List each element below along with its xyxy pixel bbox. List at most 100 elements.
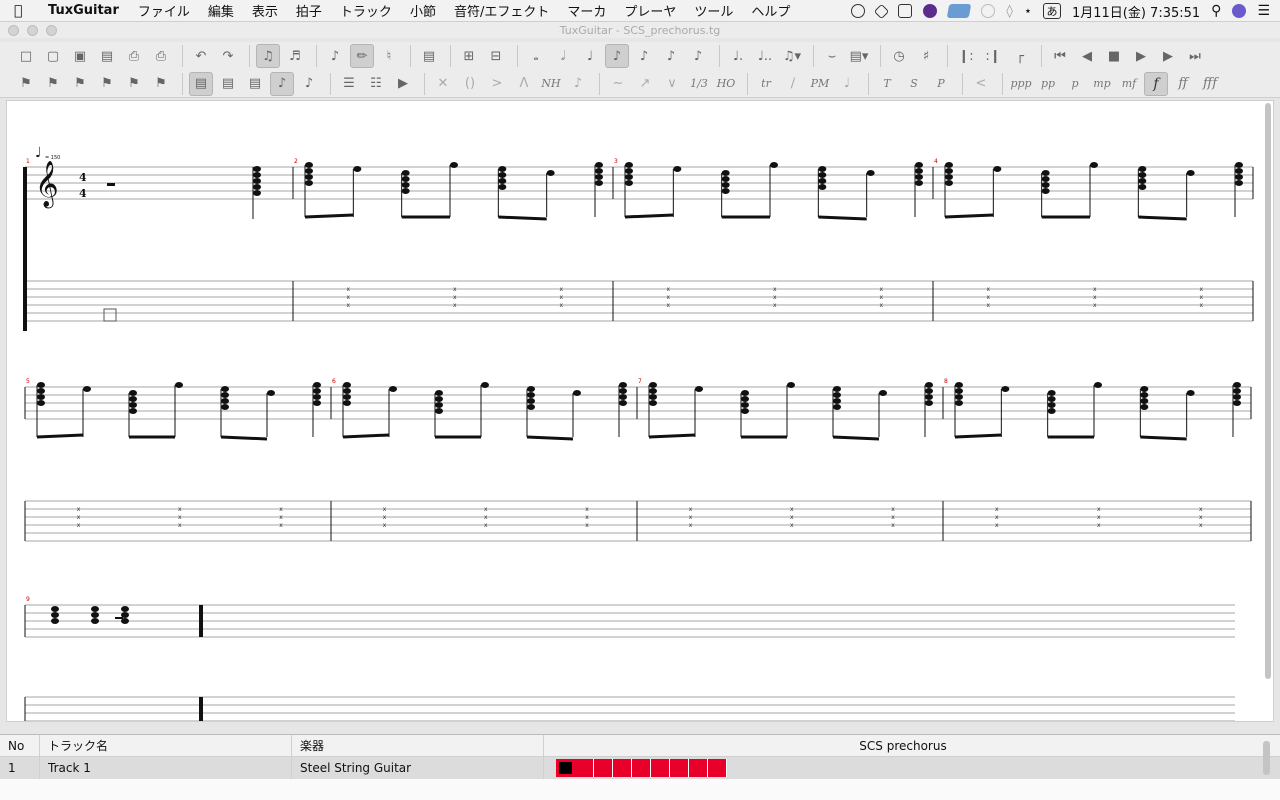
layout-multitrack-icon[interactable]: ▤	[243, 72, 267, 96]
fade-in-icon[interactable]: <	[969, 72, 993, 96]
harmonic-icon[interactable]: NH	[539, 72, 563, 96]
track-measure-box[interactable]	[632, 759, 651, 777]
menu-measure[interactable]: 小節	[410, 1, 436, 20]
menu-help[interactable]: ヘルプ	[751, 1, 790, 20]
marker-flag-icon[interactable]: ⚑	[122, 72, 146, 96]
staccato-icon[interactable]: ♩	[835, 72, 859, 96]
minimize-window-button[interactable]	[27, 25, 38, 36]
wifi-icon[interactable]: ◊	[1006, 4, 1012, 19]
ghost-note-icon[interactable]: ()	[458, 72, 482, 96]
track-measure-box[interactable]	[651, 759, 670, 777]
quarter-note-icon[interactable]: ♩	[578, 44, 602, 68]
menu-marker[interactable]: マーカ	[567, 1, 606, 20]
thirty-second-note-icon[interactable]: ♪	[659, 44, 683, 68]
clock-status-icon[interactable]	[981, 4, 996, 18]
new-file-icon[interactable]: □	[14, 44, 38, 68]
score-notation[interactable]: 1 2 3 4xxxxxxxxxxxxxxxxxxxxxxxxxxx5 6 7 8xxxxx…	[7, 101, 1274, 722]
marker-flag-icon[interactable]: ⚑	[41, 72, 65, 96]
zoom-window-button[interactable]	[46, 25, 57, 36]
popping-icon[interactable]: P	[929, 72, 953, 96]
menu-edit[interactable]: 編集	[208, 1, 234, 20]
fretboard-icon[interactable]: ☰	[337, 72, 361, 96]
slide-icon[interactable]: 1/3	[687, 72, 711, 96]
note-view-icon[interactable]: ♪	[270, 71, 294, 96]
play-icon[interactable]: ▶	[1129, 44, 1153, 68]
key-signature-icon[interactable]: ♯	[914, 44, 938, 68]
app-status-icon[interactable]	[923, 4, 938, 18]
previous-measure-icon[interactable]: ◀	[1075, 44, 1099, 68]
dynamic-p-button[interactable]: p	[1063, 72, 1087, 96]
stop-icon[interactable]: ■	[1102, 44, 1126, 68]
transport-icon[interactable]: ▶	[391, 72, 415, 96]
natural-key-icon[interactable]: ♮	[377, 44, 401, 68]
menubar-clock[interactable]: 1月11日(金) 7:35:51	[1072, 2, 1200, 21]
menu-composition[interactable]: 拍子	[296, 1, 322, 20]
track-measure-box[interactable]	[670, 759, 689, 777]
slapping-icon[interactable]: S	[902, 72, 926, 96]
dotted-note-icon[interactable]: ♩.	[726, 44, 750, 68]
score-vertical-scrollbar[interactable]	[1265, 103, 1271, 679]
tie-note-icon[interactable]: ⌣	[820, 44, 844, 68]
add-measure-icon[interactable]: ⊞	[457, 44, 481, 68]
menu-track[interactable]: トラック	[340, 1, 392, 20]
dynamic-fff-button[interactable]: fff	[1198, 72, 1222, 96]
compact-view-icon[interactable]: ♪	[297, 72, 321, 96]
print-preview-icon[interactable]: ⎙	[149, 44, 173, 68]
menu-app-name[interactable]: TuxGuitar	[48, 3, 119, 18]
trill-icon[interactable]: tr	[754, 72, 778, 96]
print-icon[interactable]: ⎙	[122, 44, 146, 68]
dynamic-mf-button[interactable]: mf	[1117, 72, 1141, 96]
next-measure-icon[interactable]: ▶	[1156, 44, 1180, 68]
redo-icon[interactable]: ↷	[216, 44, 240, 68]
marker-flag-icon[interactable]: ⚑	[149, 72, 173, 96]
marker-flag-icon[interactable]: ⚑	[68, 72, 92, 96]
menu-tools[interactable]: ツール	[694, 1, 733, 20]
metronome-icon[interactable]: ◷	[887, 44, 911, 68]
edit-mode-icon[interactable]: ✏	[350, 44, 374, 68]
notification-center-icon[interactable]: ☰	[1257, 3, 1270, 19]
mixer-icon[interactable]: ☷	[364, 72, 388, 96]
dynamic-pp-button[interactable]: pp	[1036, 72, 1060, 96]
double-dotted-note-icon[interactable]: ♩..	[753, 44, 777, 68]
whole-note-icon[interactable]: 𝅝	[524, 44, 548, 68]
repeat-close-icon[interactable]: :❙	[981, 44, 1005, 68]
half-note-icon[interactable]: 𝅗𝅥	[551, 44, 575, 68]
menu-view[interactable]: 表示	[252, 1, 278, 20]
layout-page-icon[interactable]: ▤	[189, 71, 213, 96]
dropbox-icon[interactable]	[874, 3, 890, 19]
bluetooth-icon[interactable]: ⋆	[1024, 4, 1032, 19]
hammer-on-icon[interactable]: HO	[714, 72, 738, 96]
heavy-accent-icon[interactable]: Λ	[512, 72, 536, 96]
score-view-icon[interactable]: ♫	[256, 44, 280, 68]
dynamic-ppp-button[interactable]: ppp	[1009, 72, 1033, 96]
alternative-ending-icon[interactable]: ┌	[1008, 44, 1032, 68]
tapping-icon[interactable]: T	[875, 72, 899, 96]
eighth-note-icon[interactable]: ♪	[605, 44, 629, 68]
undo-icon[interactable]: ↶	[189, 44, 213, 68]
marker-flag-icon[interactable]: ⚑	[95, 72, 119, 96]
track-row[interactable]: 1 Track 1 Steel String Guitar	[0, 757, 1280, 779]
tremolo-picking-icon[interactable]: ∕	[781, 72, 805, 96]
chord-icon[interactable]: ▤	[417, 44, 441, 68]
track-measure-box[interactable]	[708, 759, 727, 777]
layout-linear-icon[interactable]: ▤	[216, 72, 240, 96]
track-instrument[interactable]: Steel String Guitar	[292, 757, 544, 779]
save-as-icon[interactable]: ▤	[95, 44, 119, 68]
remove-measure-icon[interactable]: ⊟	[484, 44, 508, 68]
palm-mute-icon[interactable]: PM	[808, 72, 832, 96]
audio-interface-icon[interactable]	[947, 4, 972, 18]
track-table-scrollbar[interactable]	[1263, 741, 1270, 775]
accent-icon[interactable]: >	[485, 72, 509, 96]
track-measure-box[interactable]	[575, 759, 594, 777]
first-measure-icon[interactable]: ⏮	[1048, 44, 1072, 68]
bend-icon[interactable]: ↗	[633, 72, 657, 96]
last-measure-icon[interactable]: ⏭	[1183, 44, 1207, 68]
track-measure-box[interactable]	[594, 759, 613, 777]
score-canvas[interactable]: 1234xxxxxxxxxxxxxxxxxxxxxxxxxxx5678xxxxx…	[6, 100, 1274, 722]
grace-note-icon[interactable]: ♪	[566, 72, 590, 96]
apple-icon[interactable]: 	[14, 3, 36, 19]
track-measure-box[interactable]	[556, 759, 575, 777]
track-measure-box[interactable]	[689, 759, 708, 777]
close-window-button[interactable]	[8, 25, 19, 36]
menu-note-effect[interactable]: 音符/エフェクト	[454, 1, 549, 20]
